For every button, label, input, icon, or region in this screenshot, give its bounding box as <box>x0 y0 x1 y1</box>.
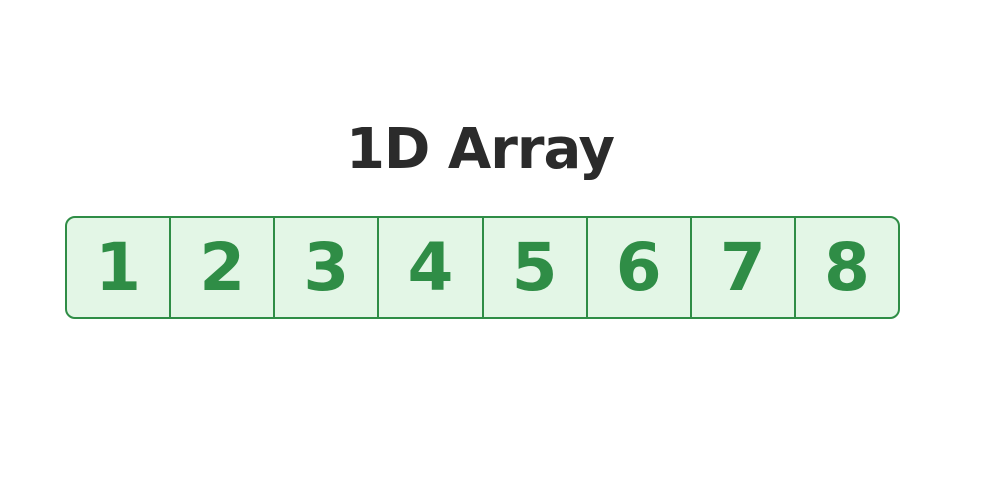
array-cell: 2 <box>171 218 276 317</box>
diagram-title: 1D Array <box>345 117 615 182</box>
array-cell: 1 <box>67 218 172 317</box>
array-cell: 5 <box>484 218 588 317</box>
array-container: 1 2 3 4 5 6 7 8 <box>65 216 900 319</box>
array-cell: 7 <box>692 218 796 317</box>
array-cell: 3 <box>275 218 380 317</box>
array-cell: 8 <box>823 229 870 306</box>
array-cell: 4 <box>379 218 484 317</box>
array-cell: 6 <box>588 218 692 317</box>
